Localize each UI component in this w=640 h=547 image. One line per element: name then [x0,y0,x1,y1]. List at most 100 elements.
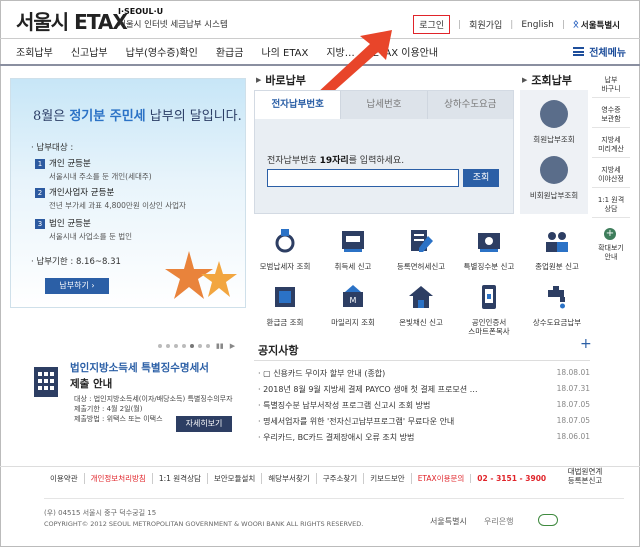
corp-notice-line: 제출방법 : 위택스 또는 이택스 [74,415,163,423]
zoom-plus-icon[interactable]: + [604,228,616,240]
footer-link-inquiry[interactable]: ETAX이용문의 [410,473,471,484]
corp-notice-line: 제출기한 : 4월 2일(월) [74,405,143,413]
quick-item-estimate[interactable]: 지방세 이야산정 [592,166,630,188]
details-button[interactable]: 자세히보기 [176,416,232,432]
brand-slogan: I·SEOUL·U [118,7,164,16]
employees-icon [546,232,568,252]
service-item[interactable]: M 마일리지 조회 [318,284,388,328]
carousel-dot[interactable] [198,344,202,348]
quick-item-basket[interactable]: 납부 바구니 [592,76,630,98]
nonmember-lookup-icon[interactable] [540,156,568,184]
footer-address: (우) 04515 서울시 중구 덕수궁길 15 [44,509,157,517]
carousel-play-icon[interactable]: ▶ [230,342,235,350]
court-link[interactable]: 대법원연계 등록본신고 [548,467,622,486]
corp-notice-line: 대상 : 법인지방소득세(이자/배당소득) 특별징수의무자 [74,395,233,403]
service-item[interactable]: 모범납세자 조회 [250,228,320,272]
service-item[interactable]: 종업원분 신고 [522,228,592,272]
quick-pay-panel: 전자납부번호 납세번호 상하수도요금 전자납부번호 19자리를 입력하세요. 조… [254,90,514,214]
footer-link-old-address[interactable]: 구주소찾기 [315,473,364,484]
car-register-icon [342,231,364,252]
notice-date: 18.07.31 [556,384,590,393]
tab-tax-number[interactable]: 납세번호 [340,91,427,119]
document-pen-icon [411,230,433,252]
nav-item-report-pay[interactable]: 신고납부 [62,44,117,59]
nav-item-inquiry-pay[interactable]: 조회납부 [0,44,62,59]
carousel-dot[interactable] [206,344,210,348]
item-desc: 서울시내 주소를 둔 개인(세대주) [49,172,152,181]
footer-link-security[interactable]: 보안모듈설치 [206,473,261,484]
service-item[interactable]: 상수도요금납부 [522,284,592,328]
footer-link-terms[interactable]: 이용약관 [44,473,84,484]
site-logo[interactable]: 서울시 ETAX [16,6,128,35]
item-number-badge: 2 [35,188,45,198]
member-lookup-icon[interactable] [540,100,568,128]
epay-number-input[interactable] [267,169,459,187]
carousel-dot[interactable] [182,344,186,348]
zoom-guide-link[interactable]: 확대보기 안내 [592,244,630,262]
water-tap-icon [548,286,565,309]
quick-item-remote[interactable]: 1:1 원격 상담 [592,196,630,218]
tab-epay-number[interactable]: 전자납부번호 [255,91,341,119]
quick-item-receipts[interactable]: 영수증 보관함 [592,106,630,128]
member-lookup-link[interactable]: 회원납부조회 [520,134,588,145]
promo-banner[interactable]: 8월은 정기분 주민세 납부의 달입니다. · 납부대상 : 1 개인 균등분 서… [10,78,246,308]
notice-more-button[interactable]: + [580,336,592,352]
service-label: 특별징수분 신고 [463,262,515,271]
nav-item-guide[interactable]: ETAX 이용안내 [364,44,447,59]
nav-item-my-etax[interactable]: 나의 ETAX [252,44,317,59]
service-item[interactable]: 공인인증서 스마트폰복사 [454,284,524,336]
nonmember-lookup-link[interactable]: 비회원납부조회 [520,190,588,201]
service-item[interactable]: 환급금 조회 [250,284,320,328]
divider: | [458,19,462,30]
carousel-dot[interactable] [166,344,170,348]
service-item[interactable]: 등록면허세신고 [386,228,456,272]
nav-item-local-tax[interactable]: 지방… [317,44,363,59]
label-suffix: 를 입력하세요. [348,156,405,166]
footer-link-dept[interactable]: 해당부서찾기 [261,473,315,484]
service-item[interactable]: 특별징수분 신고 [454,228,524,272]
notice-row[interactable]: · 명세서업자를 위한 '전자신고납부프로그램' 무료다운 안내 18.07.0… [258,416,590,427]
main-nav: 조회납부 신고납부 납부(영수증)확인 환급금 나의 ETAX 지방… ETAX… [0,38,640,66]
notice-row[interactable]: · 특별징수분 납부서작성 프로그램 신고시 조회 방법 18.07.05 [258,400,590,411]
carousel-dot-active[interactable] [190,344,194,348]
carousel-dot[interactable] [158,344,162,348]
service-item[interactable]: 취득세 신고 [318,228,388,272]
svg-text:M: M [350,296,357,305]
notice-row[interactable]: · ▢ 신용카드 무이자 할부 안내 (종합) 18.08.01 [258,368,590,379]
header: 서울시 ETAX I·SEOUL·U 서울시 인터넷 세금납부 시스템 로그인 … [0,0,640,38]
english-link[interactable]: English [521,20,554,30]
nav-item-receipt[interactable]: 납부(영수증)확인 [117,44,207,59]
corp-tax-notice: 법인지방소득세 특별징수명세서 제출 안내 대상 : 법인지방소득세(이자/배당… [10,352,246,446]
notice-text: · 우리카드, BC카드 결제장애시 오류 조치 방법 [258,433,415,442]
tab-water-fee[interactable]: 상하수도요금 [426,91,513,119]
item-title: 법인 균등분 [49,219,91,229]
seoul-city-link[interactable]: ᛟ 서울특별시 [573,19,620,31]
refund-icon [275,287,295,307]
notice-date: 18.07.05 [556,400,590,409]
footer-link-keyboard[interactable]: 키보드보안 [363,473,411,484]
banner-title-suffix: 납부의 달입니다. [149,109,242,124]
banner-item: 2 개인사업자 균등분 전년 부가세 과표 4,800만원 이상인 사업자 [35,186,186,211]
service-label: 환급금 조회 [266,318,304,327]
carousel-dots: ▮▮ ▶ [158,342,235,350]
footer-link-privacy[interactable]: 개인정보처리방침 [83,473,152,484]
starfish-illustration-icon [165,251,237,299]
service-label: 온빛채신 신고 [399,318,443,327]
quick-item-precalc[interactable]: 지방세 미리계산 [592,136,630,158]
nav-item-refund[interactable]: 환급금 [207,44,253,59]
service-item[interactable]: 온빛채신 신고 [386,284,456,328]
join-link[interactable]: 회원가입 [469,18,502,31]
notice-row[interactable]: · 우리카드, BC카드 결제장애시 오류 조치 방법 18.06.01 [258,432,590,443]
pay-now-button[interactable]: 납부하기 › [45,278,109,294]
footer-seoul-logo: 서울특별시 [430,517,467,526]
site-subtitle: 서울시 인터넷 세금납부 시스템 [118,20,228,30]
footer-link-remote[interactable]: 1:1 원격상담 [151,473,207,484]
carousel-dot[interactable] [174,344,178,348]
service-label: 마일리지 조회 [331,318,375,327]
carousel-pause-icon[interactable]: ▮▮ [216,342,224,350]
all-menu-button[interactable]: 전체메뉴 [573,44,626,59]
notice-row[interactable]: · 2018년 8월 9월 지방세 결제 PAYCO 생애 첫 결제 프로모션 … [258,384,590,395]
login-link[interactable]: 로그인 [413,15,451,34]
service-label: 등록면허세신고 [396,262,446,271]
epay-search-button[interactable]: 조회 [463,169,499,187]
